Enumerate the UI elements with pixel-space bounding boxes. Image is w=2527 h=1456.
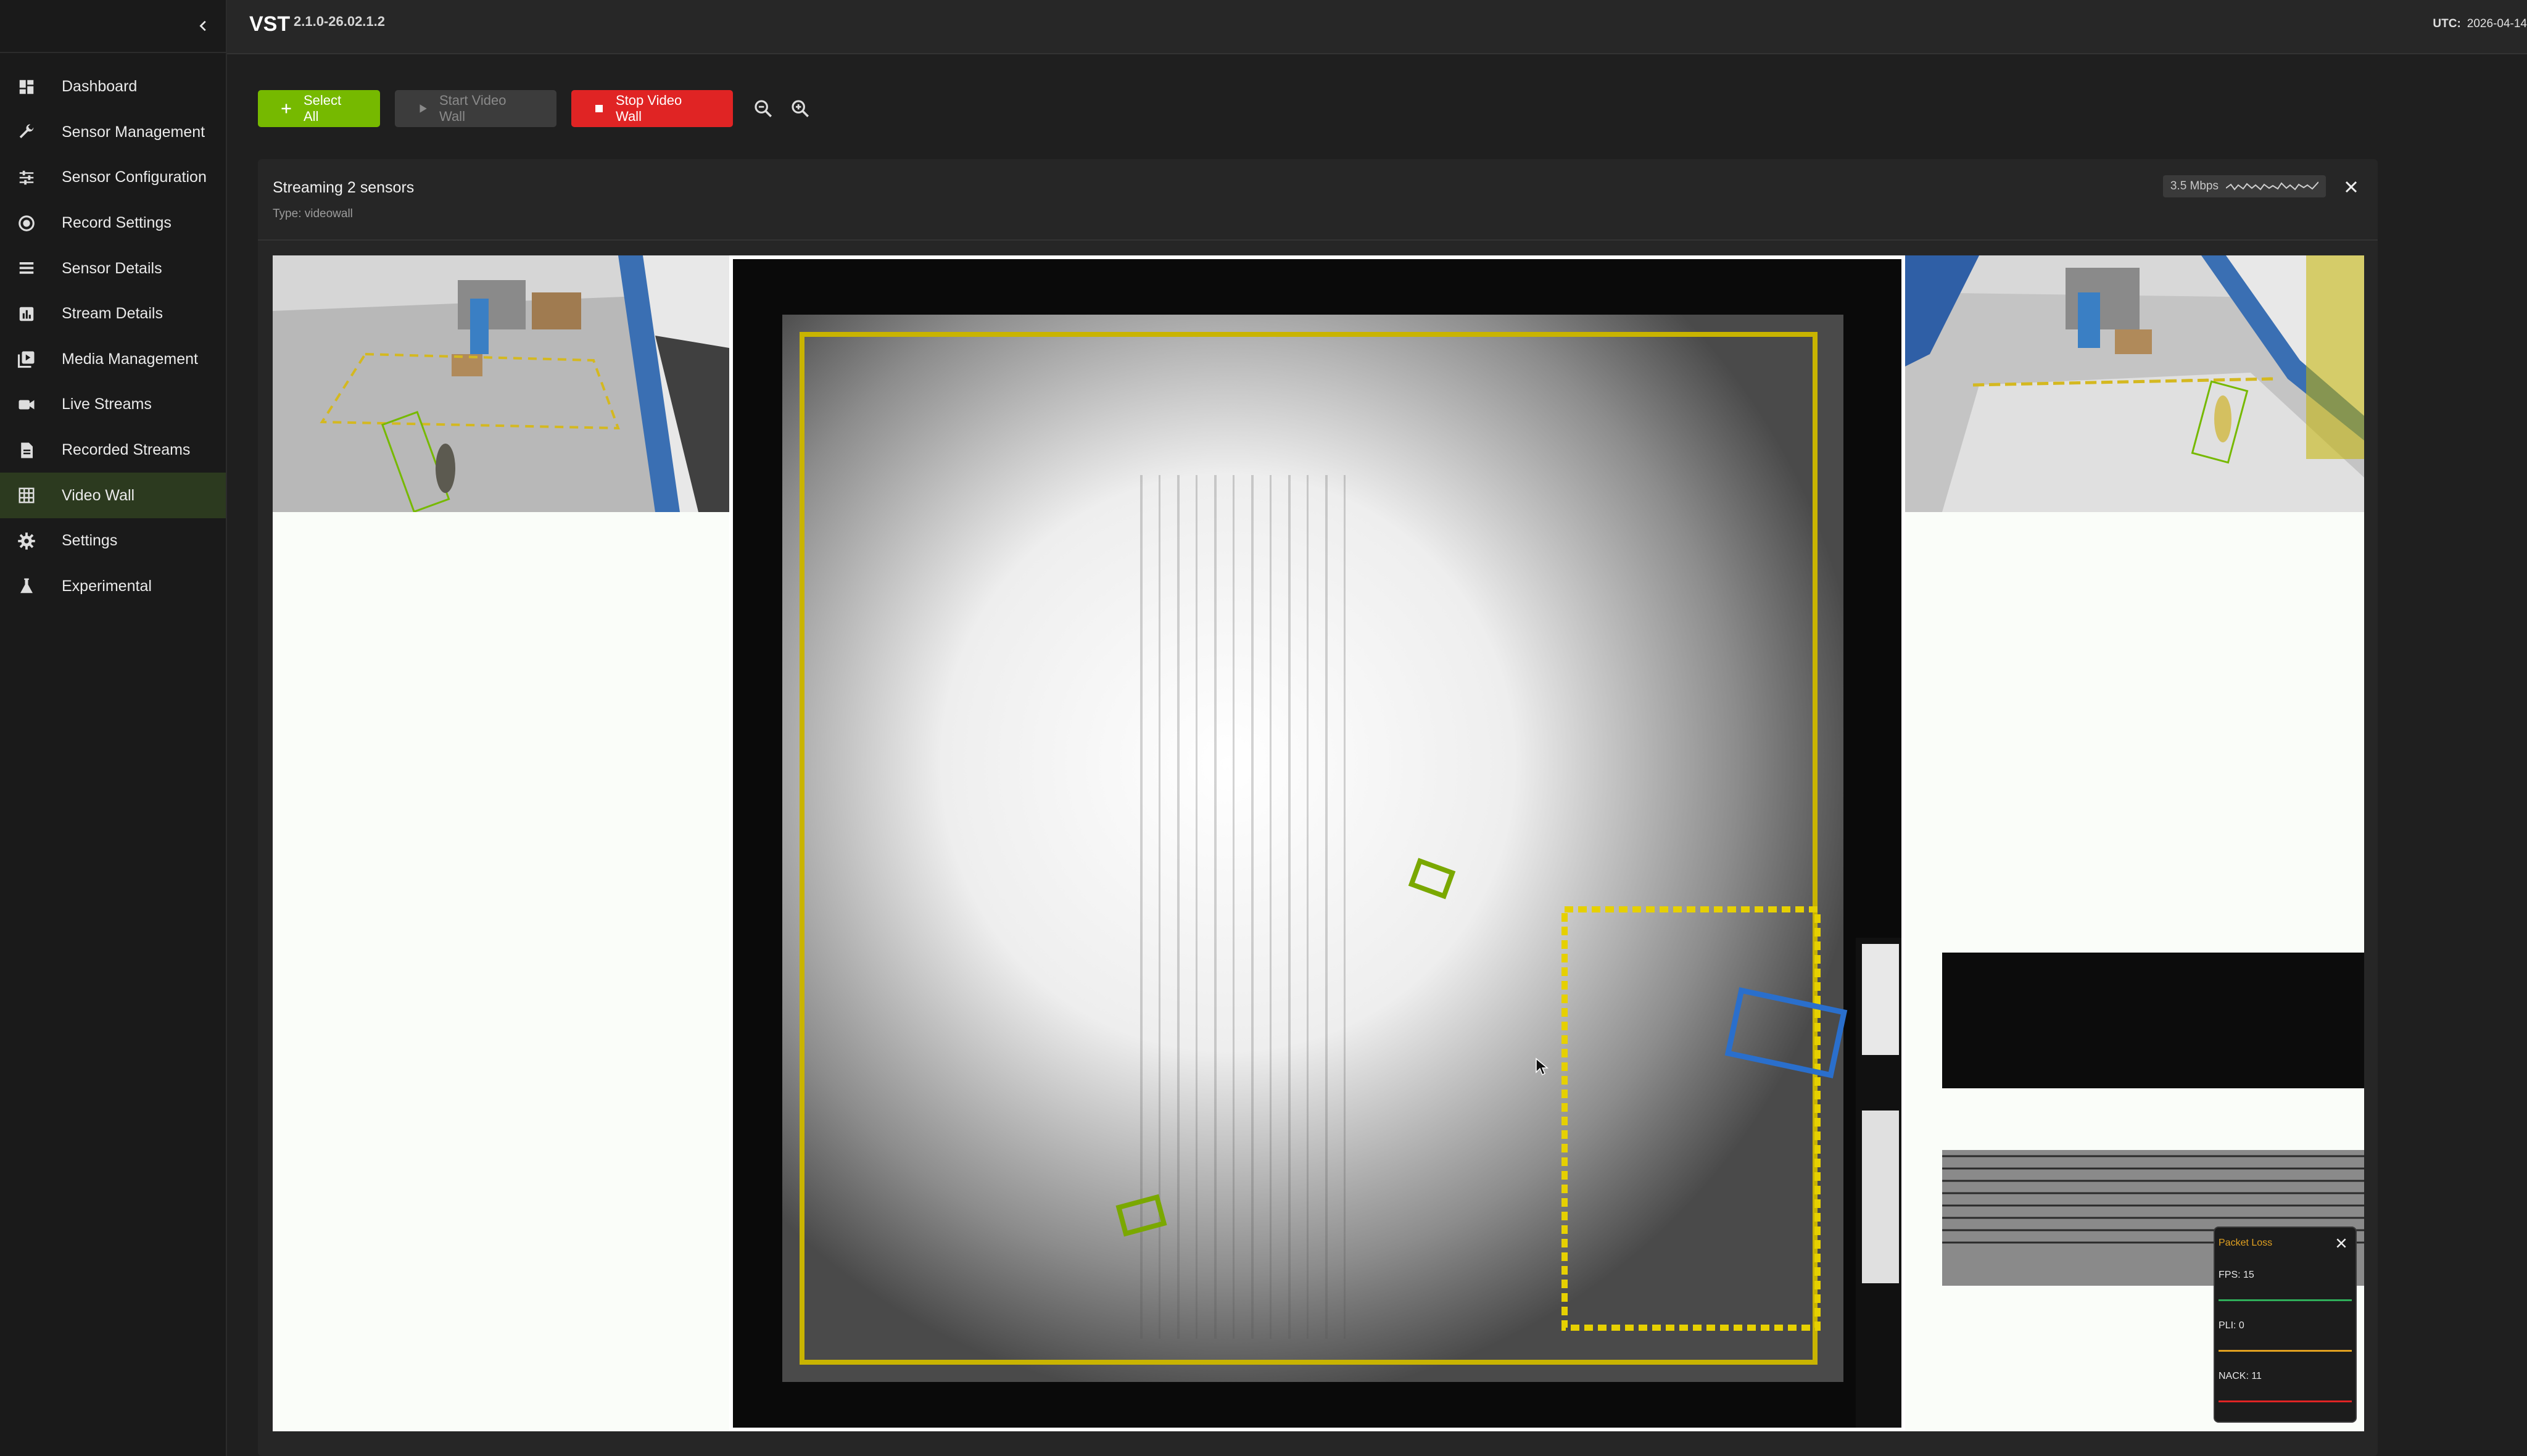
wrench-icon	[16, 122, 37, 143]
sidebar-item-label: Experimental	[62, 577, 152, 595]
packet-loss-title: Packet Loss	[2219, 1238, 2273, 1248]
sidebar-item-dashboard[interactable]: Dashboard	[0, 64, 226, 110]
collapse-sidebar-button[interactable]	[191, 14, 216, 38]
sidebar: Dashboard Sensor Management Sensor Confi…	[0, 0, 227, 1456]
sidebar-header	[0, 0, 226, 53]
mouse-cursor-icon	[1535, 1057, 1549, 1079]
sidebar-item-label: Record Settings	[62, 214, 172, 232]
close-stats-button[interactable]	[2333, 1235, 2349, 1251]
close-icon	[2345, 181, 2357, 193]
chevron-left-icon	[199, 20, 206, 31]
sidebar-item-recorded-streams[interactable]: Recorded Streams	[0, 428, 226, 473]
sliders-icon	[16, 167, 37, 188]
dashboard-icon	[16, 77, 37, 97]
sidebar-item-label: Sensor Configuration	[62, 168, 207, 186]
sidebar-item-label: Stream Details	[62, 305, 163, 323]
utc-value: 2026-04-14	[2467, 17, 2527, 30]
zoom-in-icon	[792, 100, 809, 118]
pli-stat: PLI: 0	[2219, 1320, 2244, 1331]
sidebar-item-video-wall[interactable]: Video Wall	[0, 473, 226, 518]
video-wall-toolbar: Select All Start Video Wall Stop Video W…	[258, 90, 822, 127]
sidebar-item-label: Recorded Streams	[62, 441, 191, 459]
flask-icon	[16, 576, 37, 597]
warehouse-camera-frame-right	[1905, 255, 2364, 512]
file-icon	[16, 440, 37, 461]
zoom-out-button[interactable]	[748, 93, 779, 124]
sidebar-item-settings[interactable]: Settings	[0, 518, 226, 564]
utc-label: UTC:	[2433, 17, 2461, 30]
start-video-wall-label: Start Video Wall	[439, 93, 507, 124]
plus-icon	[280, 102, 292, 115]
app-version: 2.1.0-26.02.1.2	[294, 14, 386, 29]
packet-loss-overlay: Packet Loss FPS: 15 PLI: 0 NACK: 11	[2214, 1226, 2357, 1423]
stop-icon	[593, 103, 605, 114]
video-wall-grid	[273, 255, 2364, 1431]
gear-icon	[16, 531, 37, 552]
sensor-stream-tile-left[interactable]	[273, 255, 729, 513]
sidebar-item-media-management[interactable]: Media Management	[0, 337, 226, 383]
fps-stat: FPS: 15	[2219, 1270, 2254, 1280]
play-icon	[417, 103, 428, 114]
sidebar-item-label: Sensor Details	[62, 259, 162, 277]
select-all-button[interactable]: Select All	[258, 90, 380, 127]
app-title: VST	[249, 12, 291, 36]
sidebar-item-sensor-configuration[interactable]: Sensor Configuration	[0, 155, 226, 201]
sidebar-item-stream-details[interactable]: Stream Details	[0, 291, 226, 337]
sensor-stream-tile-right[interactable]	[1905, 255, 2364, 512]
video-wall-panel: Streaming 2 sensors Type: videowall 3.5 …	[258, 159, 2378, 1456]
bitrate-value: 3.5 Mbps	[2170, 180, 2219, 192]
top-header: VST 2.1.0-26.02.1.2 UTC: 2026-04-14	[227, 0, 2527, 54]
close-icon	[2336, 1238, 2346, 1248]
media-icon	[16, 349, 37, 370]
sidebar-item-live-streams[interactable]: Live Streams	[0, 382, 226, 428]
nack-stat: NACK: 11	[2219, 1371, 2262, 1381]
pli-line	[2219, 1350, 2352, 1352]
list-icon	[16, 258, 37, 279]
bitrate-sparkline-icon	[2226, 181, 2318, 191]
stop-video-wall-button[interactable]: Stop Video Wall	[571, 90, 733, 127]
zoom-in-button[interactable]	[785, 93, 816, 124]
sidebar-item-record-settings[interactable]: Record Settings	[0, 201, 226, 246]
bar-chart-icon	[16, 304, 37, 325]
select-all-label: Select All	[304, 93, 342, 124]
sidebar-item-label: Settings	[62, 532, 118, 550]
sidebar-nav: Dashboard Sensor Management Sensor Confi…	[0, 64, 226, 609]
camera-icon	[16, 394, 37, 415]
fps-line	[2219, 1299, 2352, 1301]
panel-divider	[258, 239, 2378, 241]
panel-type: Type: videowall	[273, 207, 353, 220]
utc-clock: UTC: 2026-04-14	[2433, 17, 2527, 31]
sidebar-item-sensor-details[interactable]: Sensor Details	[0, 246, 226, 291]
zoom-out-icon	[755, 100, 772, 118]
warehouse-camera-frame	[273, 255, 729, 513]
record-icon	[16, 213, 37, 234]
stop-video-wall-label: Stop Video Wall	[616, 93, 682, 124]
sidebar-item-label: Media Management	[62, 350, 198, 368]
sidebar-item-label: Video Wall	[62, 486, 135, 504]
sidebar-item-label: Sensor Management	[62, 123, 205, 141]
sensor-stream-tile-main[interactable]	[729, 255, 1905, 1431]
sidebar-item-sensor-management[interactable]: Sensor Management	[0, 110, 226, 155]
nack-line	[2219, 1400, 2352, 1402]
bitrate-badge: 3.5 Mbps	[2162, 175, 2326, 197]
overhead-camera-frame	[733, 259, 1901, 1428]
sidebar-item-label: Live Streams	[62, 395, 152, 413]
grid-icon	[16, 485, 37, 506]
sidebar-item-label: Dashboard	[62, 78, 138, 96]
sidebar-item-experimental[interactable]: Experimental	[0, 564, 226, 610]
start-video-wall-button[interactable]: Start Video Wall	[395, 90, 556, 127]
close-panel-button[interactable]	[2341, 176, 2362, 197]
panel-title: Streaming 2 sensors	[273, 179, 415, 196]
